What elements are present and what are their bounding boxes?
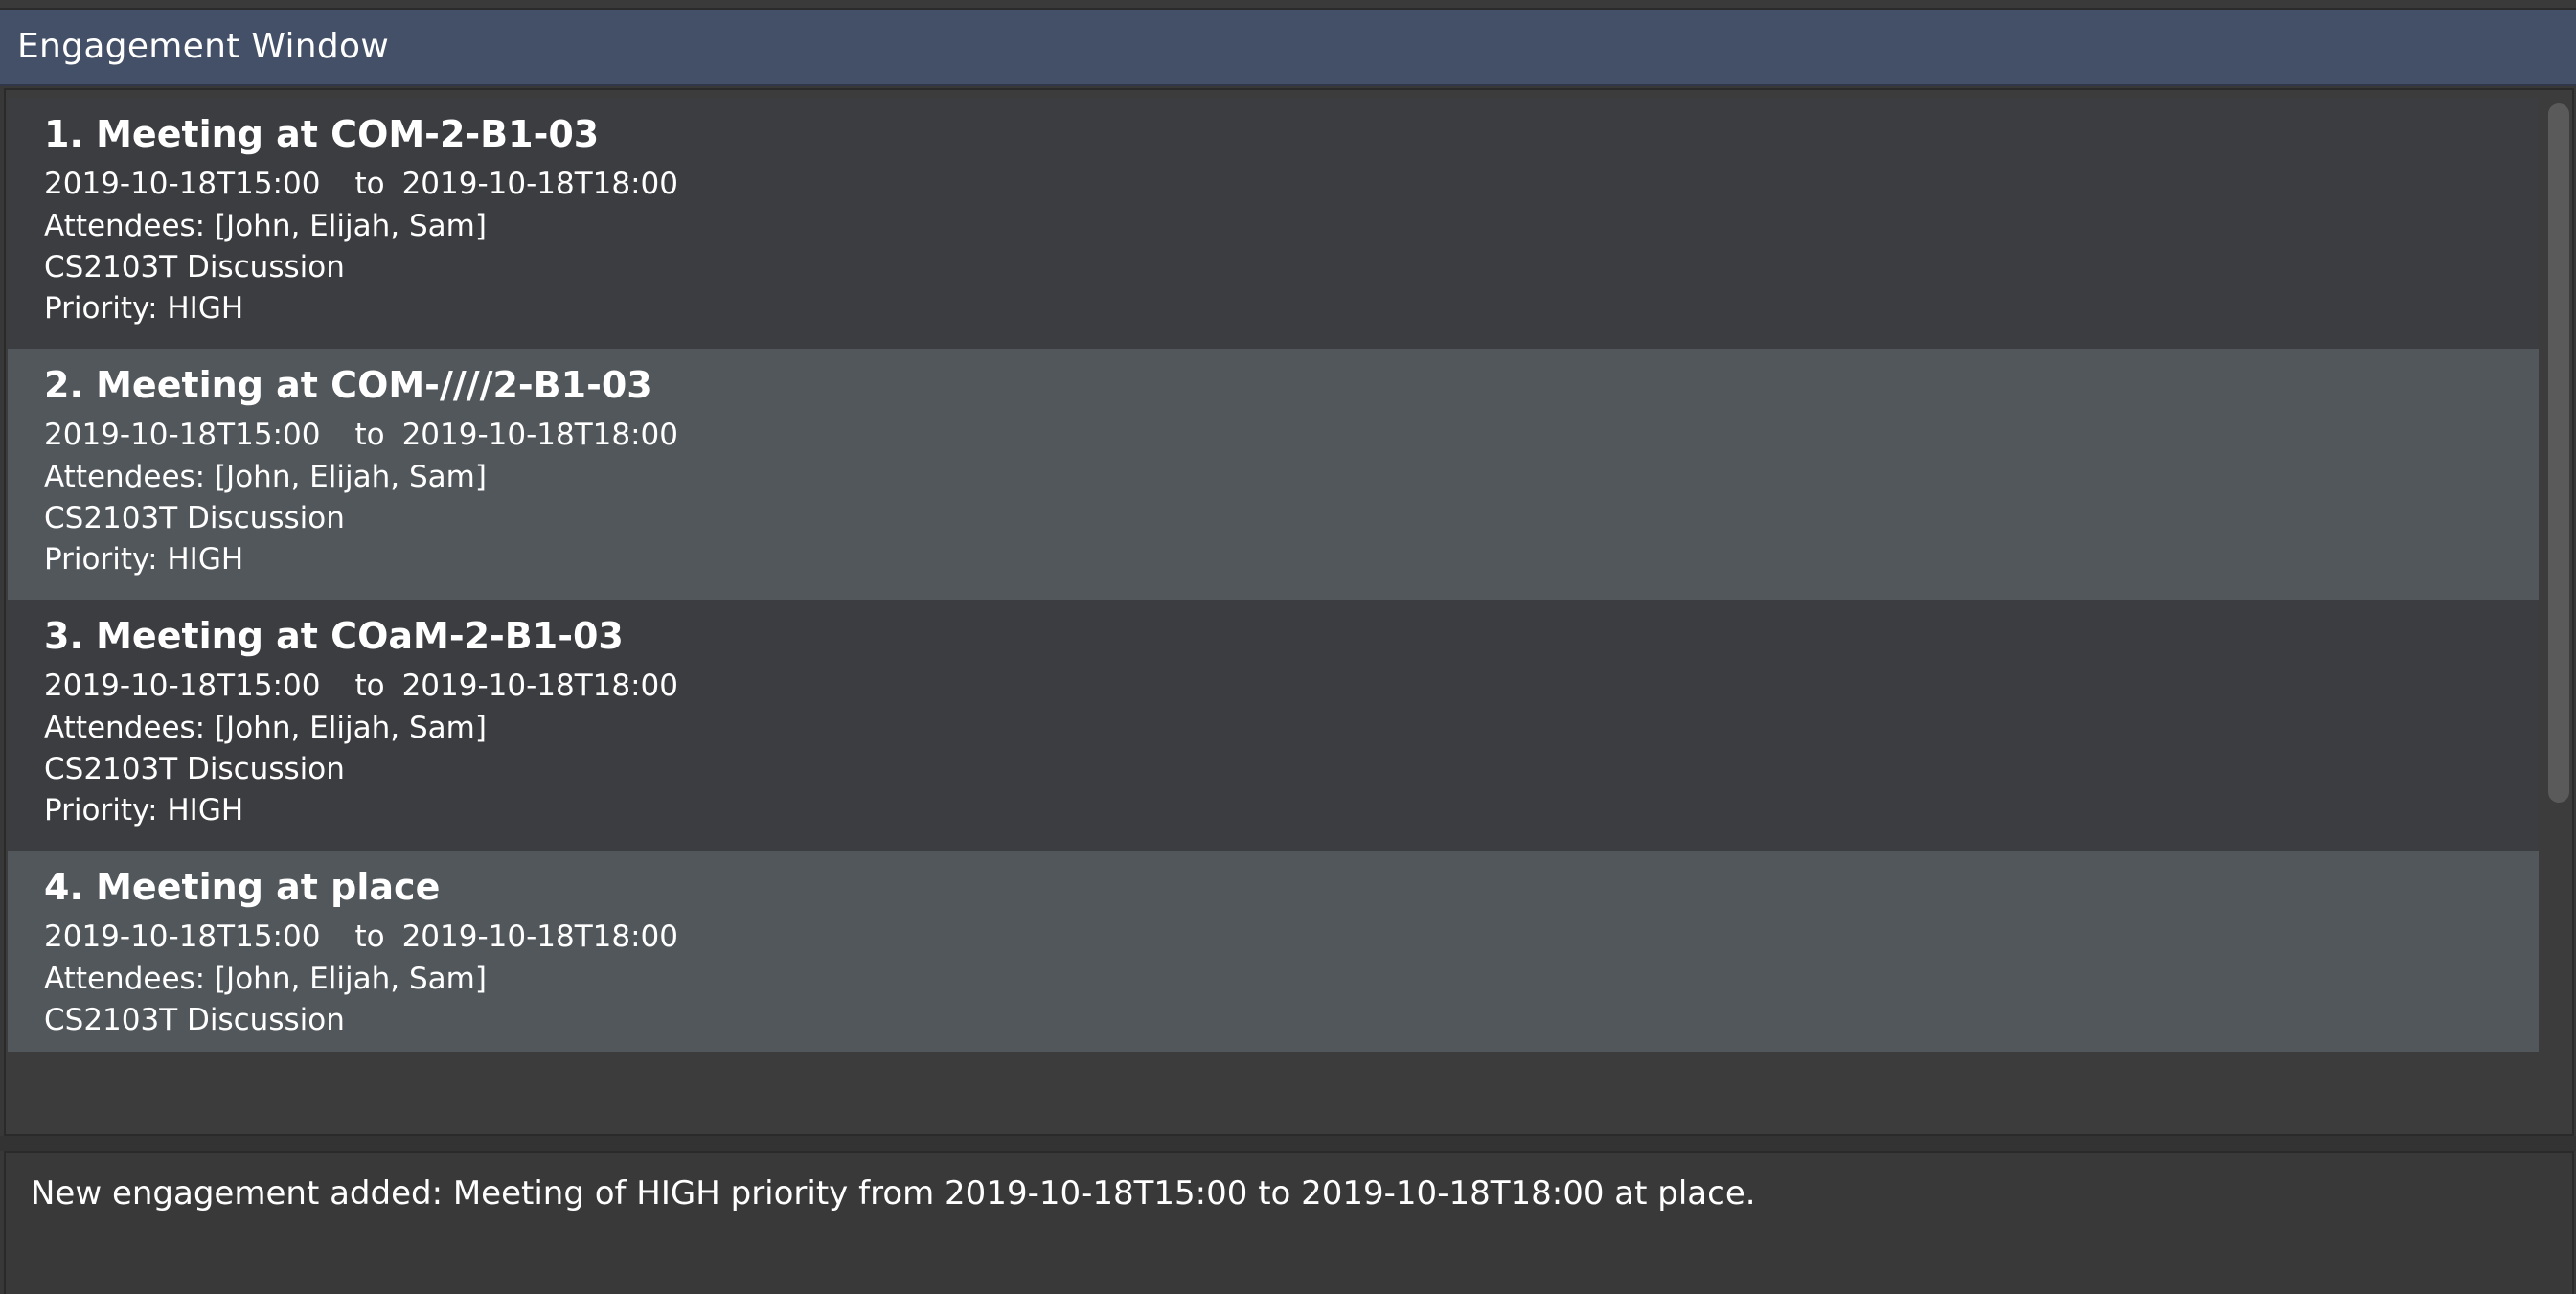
engagement-time-range: 2019-10-18T15:00 to 2019-10-18T18:00: [44, 418, 678, 452]
engagement-heading: 2. Meeting at COM-////2-B1-03: [44, 364, 652, 406]
engagement-to-label: to: [354, 669, 385, 703]
engagement-attendees: Attendees: [John, Elijah, Sam]: [44, 460, 487, 494]
engagement-start-time: 2019-10-18T15:00: [44, 919, 321, 954]
engagement-to-label: to: [354, 919, 385, 954]
engagement-end-time: 2019-10-18T18:00: [401, 669, 678, 703]
engagement-to-label: to: [354, 418, 385, 452]
engagement-priority: Priority: HIGH: [44, 291, 244, 326]
engagement-description: CS2103T Discussion: [44, 250, 345, 284]
engagement-attendees: Attendees: [John, Elijah, Sam]: [44, 962, 487, 996]
engagement-heading: 4. Meeting at place: [44, 866, 441, 908]
window-top-edge: [0, 0, 2576, 10]
engagement-card-4[interactable]: 4. Meeting at place 2019-10-18T15:00 to 20…: [8, 851, 2539, 1052]
engagement-to-label: to: [354, 167, 385, 201]
engagement-priority: Priority: HIGH: [44, 793, 244, 828]
engagement-start-time: 2019-10-18T15:00: [44, 418, 321, 452]
result-display-panel: New engagement added: Meeting of HIGH pr…: [4, 1151, 2574, 1294]
engagement-heading: 1. Meeting at COM-2-B1-03: [44, 113, 600, 155]
engagement-window-title-bar: Engagement Window: [0, 10, 2576, 86]
engagement-list-panel[interactable]: 1. Meeting at COM-2-B1-03 2019-10-18T15:…: [4, 88, 2574, 1136]
engagement-attendees: Attendees: [John, Elijah, Sam]: [44, 711, 487, 745]
engagement-time-range: 2019-10-18T15:00 to 2019-10-18T18:00: [44, 167, 678, 201]
engagement-end-time: 2019-10-18T18:00: [401, 167, 678, 201]
engagement-priority: Priority: HIGH: [44, 542, 244, 577]
engagement-time-range: 2019-10-18T15:00 to 2019-10-18T18:00: [44, 919, 678, 954]
engagement-card-3[interactable]: 3. Meeting at COaM-2-B1-03 2019-10-18T15…: [8, 600, 2539, 851]
scrollbar-thumb[interactable]: [2548, 103, 2569, 803]
engagement-card-2[interactable]: 2. Meeting at COM-////2-B1-03 2019-10-18…: [8, 349, 2539, 600]
engagement-attendees: Attendees: [John, Elijah, Sam]: [44, 209, 487, 243]
engagement-start-time: 2019-10-18T15:00: [44, 669, 321, 703]
engagement-start-time: 2019-10-18T15:00: [44, 167, 321, 201]
engagement-description: CS2103T Discussion: [44, 1003, 345, 1037]
engagement-card-1[interactable]: 1. Meeting at COM-2-B1-03 2019-10-18T15:…: [8, 98, 2539, 349]
panel-divider[interactable]: [0, 1136, 2576, 1151]
engagement-end-time: 2019-10-18T18:00: [401, 919, 678, 954]
result-message: New engagement added: Meeting of HIGH pr…: [31, 1174, 1756, 1213]
engagement-end-time: 2019-10-18T18:00: [401, 418, 678, 452]
engagement-heading: 3. Meeting at COaM-2-B1-03: [44, 615, 624, 657]
engagement-time-range: 2019-10-18T15:00 to 2019-10-18T18:00: [44, 669, 678, 703]
engagement-description: CS2103T Discussion: [44, 501, 345, 535]
list-scrollbar[interactable]: [2544, 100, 2571, 1130]
engagement-description: CS2103T Discussion: [44, 752, 345, 786]
window-title: Engagement Window: [17, 27, 390, 66]
